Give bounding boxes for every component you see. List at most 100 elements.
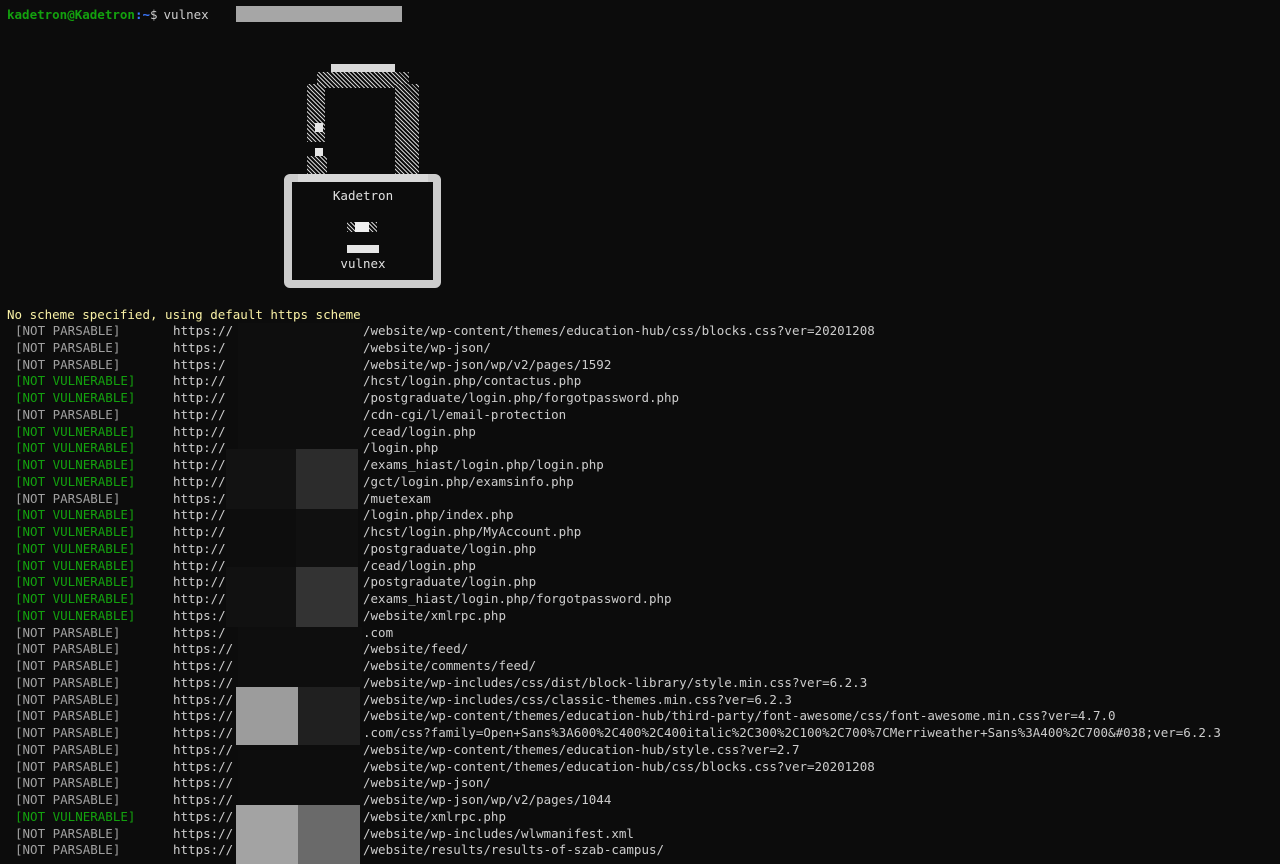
result-url-scheme: https:// <box>173 758 234 774</box>
result-url-scheme: https:// <box>173 674 234 690</box>
result-url-path: /website/results/results-of-szab-campus/ <box>363 842 665 858</box>
result-row: [NOT VULNERABLE] https:/ /website/xmlrpc.p… <box>0 608 1280 625</box>
result-row: [NOT VULNERABLE] https:// /website/xmlrpc.… <box>0 809 1280 826</box>
result-row: [NOT PARSABLE] https:// /website/wp-conten… <box>0 708 1280 725</box>
result-url-scheme: https:// <box>173 691 234 707</box>
result-url-path: /cead/login.php <box>363 557 476 573</box>
result-url-scheme: https:// <box>173 725 234 740</box>
result-status: [NOT VULNERABLE] <box>15 440 136 456</box>
result-status: [NOT PARSABLE] <box>15 792 121 807</box>
result-row: [NOT PARSABLE] https:// /website/wp-conten… <box>0 323 1280 340</box>
result-url-path: /postgraduate/login.php <box>363 574 537 590</box>
result-url-path: /website/wp-json/ <box>363 775 491 791</box>
result-status: [NOT VULNERABLE] <box>15 473 136 489</box>
redacted-domain-mosaic <box>226 323 362 864</box>
result-url-path: /website/feed/ <box>363 641 469 657</box>
result-url-scheme: http:// <box>173 557 226 573</box>
result-status: [NOT VULNERABLE] <box>15 574 136 590</box>
result-status: [NOT VULNERABLE] <box>15 808 136 824</box>
result-url-path: /exams_hiast/login.php/login.php <box>363 457 604 472</box>
result-url-scheme: https:// <box>173 808 234 824</box>
result-status: [NOT VULNERABLE] <box>15 390 136 405</box>
result-url-scheme: http:// <box>173 540 226 556</box>
result-url-scheme: http:// <box>173 591 226 606</box>
vulnex-lock-logo: Kadetron vulnex <box>282 62 444 292</box>
result-status: [NOT PARSABLE] <box>15 674 121 690</box>
result-row: [NOT VULNERABLE] http:// /hcst/login.php/c… <box>0 373 1280 390</box>
result-status: [NOT PARSABLE] <box>15 842 121 858</box>
result-row: [NOT PARSABLE] http:// /cdn-cgi/l/email-pr… <box>0 407 1280 424</box>
result-url-path: /hcst/login.php/MyAccount.php <box>363 524 582 539</box>
result-url-scheme: http:// <box>173 574 226 590</box>
result-status: [NOT VULNERABLE] <box>15 607 136 623</box>
result-status: [NOT PARSABLE] <box>15 356 121 372</box>
result-status: [NOT PARSABLE] <box>15 406 121 422</box>
result-status: [NOT VULNERABLE] <box>15 591 136 606</box>
result-status: [NOT PARSABLE] <box>15 825 121 841</box>
result-row: [NOT VULNERABLE] http:// /login.php/index.… <box>0 507 1280 524</box>
result-url-scheme: http:// <box>173 440 226 456</box>
result-url-scheme: https:/ <box>173 356 226 372</box>
result-status: [NOT PARSABLE] <box>15 741 121 757</box>
result-status: [NOT PARSABLE] <box>15 490 121 506</box>
result-url-scheme: https:// <box>173 708 234 724</box>
result-url-path: /website/wp-includes/css/classic-themes.… <box>363 691 792 707</box>
result-status: [NOT PARSABLE] <box>15 641 121 657</box>
result-url-scheme: http:// <box>173 406 226 422</box>
result-row: [NOT PARSABLE] https:// /website/wp-conten… <box>0 759 1280 776</box>
result-url-scheme: https:// <box>173 641 234 657</box>
result-url-path: /website/xmlrpc.php <box>363 808 506 824</box>
result-status: [NOT PARSABLE] <box>15 339 121 355</box>
result-row: [NOT PARSABLE] https:// /website/wp-includ… <box>0 692 1280 709</box>
result-row: [NOT PARSABLE] https:/ /website/wp-json/wp… <box>0 357 1280 374</box>
result-url-path: /login.php <box>363 440 439 456</box>
result-url-scheme: http:// <box>173 373 226 389</box>
scheme-notice: No scheme specified, using default https… <box>7 307 361 322</box>
result-url-scheme: http:// <box>173 524 226 539</box>
result-row: [NOT PARSABLE] https:/ /website/wp-json/ <box>0 340 1280 357</box>
result-url-path: /website/wp-content/themes/education-hub… <box>363 758 875 774</box>
result-status: [NOT PARSABLE] <box>15 658 121 673</box>
lock-body-top <box>298 174 428 182</box>
lock-shackle-right <box>395 84 419 174</box>
result-url-path: /website/wp-content/themes/education-hub… <box>363 741 800 757</box>
result-url-path: /cead/login.php <box>363 423 476 439</box>
result-row: [NOT PARSABLE] https:// /website/feed/ <box>0 641 1280 658</box>
result-url-scheme: http:// <box>173 507 226 523</box>
result-status: [NOT PARSABLE] <box>15 691 121 707</box>
terminal-window[interactable]: kadetron@Kadetron:~$ vulnex Kadetron vuln… <box>0 0 1280 864</box>
result-row: [NOT PARSABLE] https:// /website/wp-conten… <box>0 742 1280 759</box>
keyhole-bar <box>347 245 379 253</box>
result-row: [NOT PARSABLE] https:// /muetexam <box>0 491 1280 508</box>
result-url-path: /exams_hiast/login.php/forgotpassword.ph… <box>363 591 672 606</box>
lock-shackle-dot <box>315 123 323 132</box>
result-url-path: /website/xmlrpc.php <box>363 607 506 623</box>
prompt-symbol: $ <box>150 7 158 22</box>
lock-shackle-left <box>307 84 325 142</box>
result-status: [NOT VULNERABLE] <box>15 557 136 573</box>
result-row: [NOT VULNERABLE] http:// /cead/login.php <box>0 424 1280 441</box>
scan-results: [NOT PARSABLE] https:// /website/wp-conten… <box>0 323 1280 859</box>
lock-shackle-dot <box>315 148 323 156</box>
result-url-scheme: http:// <box>173 457 226 472</box>
result-url-scheme: http:// <box>173 390 226 405</box>
result-row: [NOT PARSABLE] https:// .com/css?family=Op… <box>0 725 1280 742</box>
lock-shackle-top <box>331 64 395 72</box>
result-row: [NOT PARSABLE] https:// /website/results/r… <box>0 842 1280 859</box>
result-url-path: /website/wp-json/ <box>363 339 491 355</box>
result-row: [NOT PARSABLE] https:// /website/comments/… <box>0 658 1280 675</box>
result-url-path: /muetexam <box>363 490 431 506</box>
result-url-path: /website/wp-includes/wlwmanifest.xml <box>363 825 634 841</box>
result-url-scheme: https:/ <box>173 624 226 640</box>
keyhole-core <box>355 222 369 232</box>
result-url-scheme: https:// <box>173 658 234 673</box>
result-url-scheme: http:// <box>173 473 226 489</box>
result-status: [NOT PARSABLE] <box>15 725 121 740</box>
result-url-path: /website/wp-content/themes/education-hub… <box>363 708 1116 724</box>
result-status: [NOT VULNERABLE] <box>15 524 136 539</box>
result-url-path: /cdn-cgi/l/email-protection <box>363 406 567 422</box>
result-url-path: /website/comments/feed/ <box>363 658 537 673</box>
result-row: [NOT VULNERABLE] http:// /postgraduate/log… <box>0 541 1280 558</box>
lock-shackle-stub <box>307 156 327 174</box>
result-row: [NOT VULNERABLE] http:// /exams_hiast/logi… <box>0 591 1280 608</box>
